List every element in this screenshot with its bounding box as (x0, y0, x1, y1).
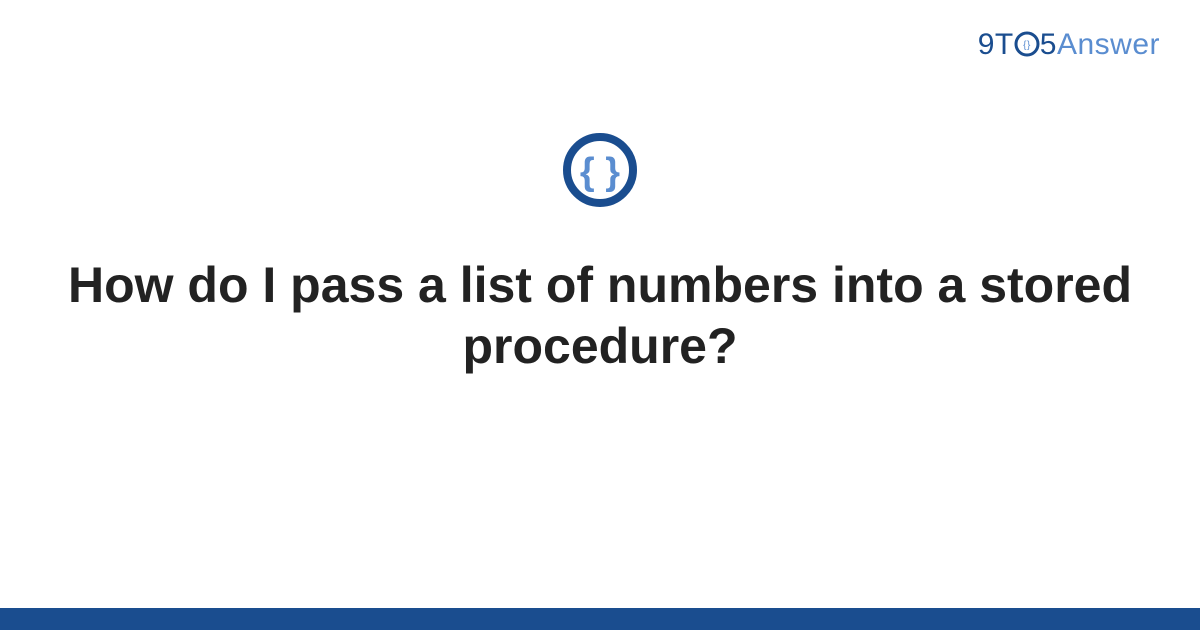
category-braces-icon: { } (560, 130, 640, 215)
logo-text-9t: 9T (978, 28, 1014, 61)
logo-o-icon: {} (1014, 28, 1040, 62)
site-logo: 9T {} 5Answer (978, 28, 1160, 62)
question-title: How do I pass a list of numbers into a s… (60, 255, 1140, 377)
svg-text:{}: {} (1023, 40, 1031, 51)
footer-accent-bar (0, 608, 1200, 630)
logo-text-5: 5 (1040, 28, 1057, 61)
svg-text:{ }: { } (580, 151, 620, 193)
logo-text-answer: Answer (1057, 28, 1160, 61)
